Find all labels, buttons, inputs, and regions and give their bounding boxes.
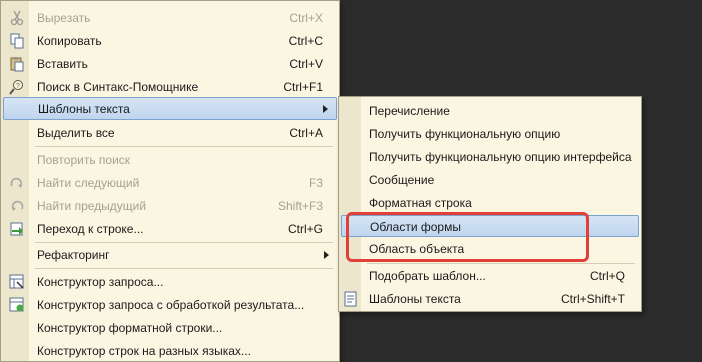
menu-item-label: Повторить поиск	[37, 153, 131, 167]
menu-item-find-next[interactable]: Найти следующий F3	[3, 172, 337, 194]
find-next-icon	[9, 175, 25, 191]
menu-item-query-builder-processing[interactable]: Конструктор запроса с обработкой результ…	[3, 294, 337, 316]
query-processing-icon	[9, 297, 25, 313]
menu-item-label: Подобрать шаблон...	[369, 269, 486, 283]
menu-item-label: Найти следующий	[37, 176, 140, 190]
menu-item-paste[interactable]: Вставить Ctrl+V	[3, 53, 337, 75]
menu-item-label: Копировать	[37, 34, 102, 48]
menu-item-cut[interactable]: Вырезать Ctrl+X	[3, 7, 337, 29]
text-templates-submenu: Перечисление Получить функциональную опц…	[338, 96, 642, 312]
menu-item-syntax-search[interactable]: ? Поиск в Синтакс-Помощнике Ctrl+F1	[3, 76, 337, 98]
menu-item-label: Получить функциональную опцию интерфейса	[369, 150, 632, 164]
menu-item-label: Вставить	[37, 57, 88, 71]
menu-item-select-all[interactable]: Выделить все Ctrl+A	[3, 122, 337, 144]
submenu-item-pick-template[interactable]: Подобрать шаблон... Ctrl+Q	[341, 265, 639, 287]
menu-item-shortcut: Ctrl+G	[287, 222, 323, 236]
menu-item-label: Выделить все	[37, 126, 115, 140]
menu-item-label: Форматная строка	[369, 196, 472, 210]
menu-item-label: Найти предыдущий	[37, 199, 147, 213]
submenu-item-format-string[interactable]: Форматная строка	[341, 192, 639, 214]
menu-item-shortcut: Ctrl+X	[289, 11, 323, 25]
menu-separator	[35, 268, 333, 269]
menu-item-goto-line[interactable]: Переход к строке... Ctrl+G	[3, 218, 337, 240]
menu-item-label: Переход к строке...	[37, 222, 144, 236]
submenu-item-enumeration[interactable]: Перечисление	[341, 100, 639, 122]
menu-item-label: Получить функциональную опцию	[369, 127, 561, 141]
submenu-item-text-templates[interactable]: Шаблоны текста Ctrl+Shift+T	[341, 288, 639, 310]
find-previous-icon	[9, 198, 25, 214]
magnifier-help-icon: ?	[9, 79, 25, 95]
submenu-arrow-icon	[323, 105, 328, 113]
copy-icon	[9, 33, 25, 49]
menu-item-label: Шаблоны текста	[369, 292, 461, 306]
menu-item-label: Конструктор строк на разных языках...	[37, 344, 251, 358]
paste-icon	[9, 56, 25, 72]
goto-line-icon	[9, 221, 25, 237]
menu-item-label: Перечисление	[369, 104, 450, 118]
menu-item-text-templates[interactable]: Шаблоны текста	[3, 97, 337, 120]
menu-item-shortcut: F3	[308, 176, 323, 190]
menu-item-label: Конструктор запроса...	[37, 275, 164, 289]
menu-item-shortcut: Ctrl+Shift+T	[560, 292, 625, 306]
annotation-highlight-box	[346, 212, 589, 262]
context-menu: Вырезать Ctrl+X Копировать Ctrl+C Встави…	[0, 0, 340, 362]
menu-item-format-string-builder[interactable]: Конструктор форматной строки...	[3, 317, 337, 339]
menu-item-shortcut: Shift+F3	[277, 199, 323, 213]
submenu-item-get-functional-option[interactable]: Получить функциональную опцию	[341, 123, 639, 145]
menu-item-label: Вырезать	[37, 11, 91, 25]
menu-separator	[35, 242, 333, 243]
menu-separator	[35, 146, 333, 147]
menu-item-label: Рефакторинг	[37, 248, 110, 262]
submenu-item-get-interface-option[interactable]: Получить функциональную опцию интерфейса	[341, 146, 639, 168]
menu-item-label: Конструктор форматной строки...	[37, 321, 223, 335]
scissors-icon	[9, 10, 25, 26]
menu-item-shortcut: Ctrl+V	[289, 57, 323, 71]
menu-item-refactoring[interactable]: Рефакторинг	[3, 244, 337, 266]
menu-item-shortcut: Ctrl+F1	[283, 80, 323, 94]
query-builder-icon	[9, 274, 25, 290]
menu-item-label: Конструктор запроса с обработкой результ…	[37, 298, 305, 312]
menu-item-label: Поиск в Синтакс-Помощнике	[37, 80, 199, 94]
menu-separator	[367, 263, 635, 264]
menu-item-label: Сообщение	[369, 173, 435, 187]
menu-item-find-previous[interactable]: Найти предыдущий Shift+F3	[3, 195, 337, 217]
menu-item-shortcut: Ctrl+C	[288, 34, 323, 48]
menu-item-line-builder[interactable]: Конструктор строк на разных языках...	[3, 340, 337, 362]
submenu-item-message[interactable]: Сообщение	[341, 169, 639, 191]
document-list-icon	[343, 291, 359, 307]
submenu-arrow-icon	[324, 251, 329, 259]
menu-item-shortcut: Ctrl+Q	[589, 269, 625, 283]
menu-item-shortcut: Ctrl+A	[289, 126, 323, 140]
svg-text:?: ?	[16, 83, 20, 90]
menu-item-label: Шаблоны текста	[38, 102, 130, 116]
menu-item-copy[interactable]: Копировать Ctrl+C	[3, 30, 337, 52]
menu-item-query-builder[interactable]: Конструктор запроса...	[3, 271, 337, 293]
menu-item-repeat-search[interactable]: Повторить поиск	[3, 149, 337, 171]
